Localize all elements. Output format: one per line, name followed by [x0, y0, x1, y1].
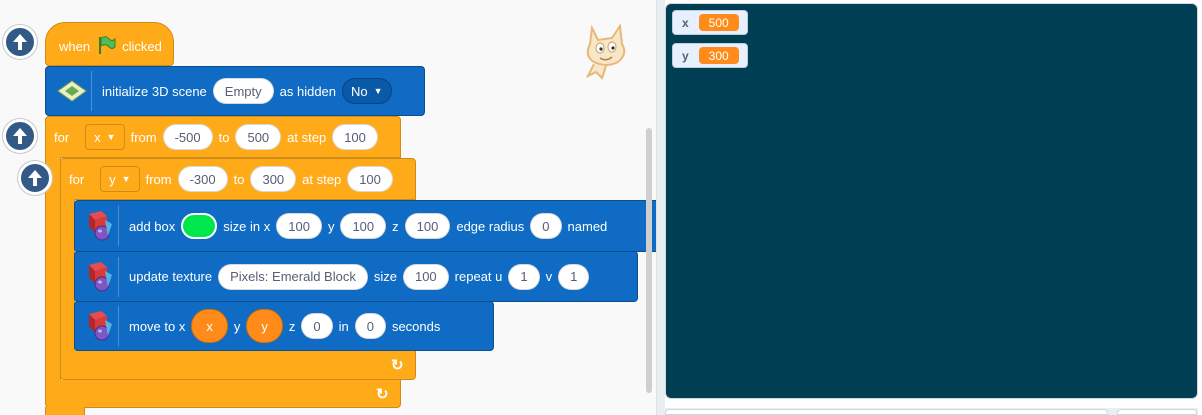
move-in-label: in [338, 318, 349, 334]
for-x-step-label: at step [287, 129, 327, 145]
named-label: named [567, 218, 608, 234]
for-x-from-label: from [130, 129, 157, 145]
3d-shapes-icon [79, 306, 119, 346]
when-flag-clicked-block[interactable]: when clicked [45, 22, 174, 66]
repeat-v-label: v [545, 269, 553, 284]
monitor-label-y: y [682, 48, 689, 63]
3d-shapes-icon [79, 256, 119, 297]
for-x-step-input[interactable]: 100 [332, 124, 378, 150]
y-variable-monitor: y 300 [672, 43, 748, 68]
for-y-step-label: at step [302, 171, 342, 187]
edge-radius-input[interactable]: 0 [530, 213, 562, 239]
for-x-loop-arm [45, 157, 61, 381]
for-y-to-input[interactable]: 300 [250, 166, 297, 192]
hidden-dropdown-value: No [351, 83, 368, 99]
for-x-variable-dropdown[interactable]: x ▼ [85, 124, 125, 150]
scene-name-input[interactable]: Empty [212, 78, 274, 104]
box-color-picker[interactable] [181, 213, 218, 239]
texture-size-input[interactable]: 100 [402, 263, 449, 290]
for-y-loop-block[interactable]: for y ▼ from -300 to 300 at step 100 [60, 158, 416, 200]
for-y-step-input[interactable]: 100 [347, 166, 393, 192]
for-y-loop-footer [60, 350, 416, 380]
init-scene-label: initialize 3D scene [102, 83, 207, 99]
sprite-pane-edge [665, 408, 1198, 415]
initialize-3d-scene-block[interactable]: initialize 3D scene Empty as hidden No ▼ [45, 66, 425, 116]
for-y-variable-dropdown[interactable]: y ▼ [100, 166, 140, 192]
green-flag-icon [96, 35, 116, 58]
texture-size-label: size [373, 269, 397, 284]
for-x-variable-value: x [94, 129, 101, 145]
loop-arrow-icon: ↻ [391, 357, 404, 374]
for-y-to-label: to [233, 171, 245, 187]
stage-canvas[interactable]: x 500 y 300 [665, 3, 1198, 399]
x-variable-reporter[interactable]: x [191, 309, 228, 343]
for-x-to-label: to [218, 129, 230, 145]
monitor-label-x: x [682, 15, 689, 30]
chevron-down-icon: ▼ [373, 86, 383, 96]
monitor-value-x: 500 [698, 14, 739, 31]
for-x-to-input[interactable]: 500 [235, 124, 282, 150]
seconds-label: seconds [391, 318, 441, 334]
script-tail-notch [45, 407, 85, 415]
hat-clicked-label: clicked [122, 38, 162, 54]
repeat-u-input[interactable]: 1 [508, 263, 540, 290]
move-to-block[interactable]: move to x x y y z 0 in 0 seconds [74, 301, 494, 351]
move-to-x-label: move to x [129, 318, 186, 334]
workspace-scrollbar[interactable] [646, 128, 652, 393]
box-z-label: z [392, 218, 399, 234]
for-x-loop-footer [45, 380, 401, 408]
box-size-x-input[interactable]: 100 [276, 213, 322, 239]
monitor-value-y: 300 [698, 47, 739, 64]
for-x-label: for [54, 129, 70, 145]
box-y-label: y [327, 218, 335, 234]
as-hidden-label: as hidden [279, 83, 337, 99]
box-size-z-input[interactable]: 100 [404, 213, 451, 239]
for-y-from-label: from [145, 171, 172, 187]
arrow-up-icon [13, 128, 27, 144]
texture-name-input[interactable]: Pixels: Emerald Block [218, 263, 368, 290]
update-texture-label: update texture [129, 269, 213, 284]
repeat-v-input[interactable]: 1 [558, 263, 590, 290]
for-y-loop-arm [60, 199, 75, 351]
move-y-label: y [233, 318, 241, 334]
3d-shapes-icon [79, 206, 119, 246]
panel-divider [657, 0, 665, 415]
edge-radius-label: edge radius [456, 218, 525, 234]
for-x-from-input[interactable]: -500 [162, 124, 213, 150]
sprite-info-pane [665, 409, 1108, 415]
add-box-label: add box [129, 218, 176, 234]
hidden-dropdown[interactable]: No ▼ [342, 78, 392, 104]
arrow-up-icon [13, 34, 27, 50]
for-y-label: for [69, 171, 85, 187]
add-box-block[interactable]: add box size in x 100 y 100 z 100 edge r… [74, 200, 656, 252]
size-in-x-label: size in x [223, 218, 271, 234]
stage-selector-pane [1117, 409, 1197, 415]
run-for-x-button[interactable] [3, 119, 37, 153]
move-z-label: z [288, 318, 296, 334]
move-z-input[interactable]: 0 [301, 313, 333, 339]
sprite-cat-icon [585, 23, 626, 80]
arrow-up-icon [28, 170, 42, 186]
chevron-down-icon: ▼ [121, 174, 131, 184]
3d-scene-icon [52, 71, 92, 111]
for-x-loop-block[interactable]: for x ▼ from -500 to 500 at step 100 [45, 116, 401, 158]
move-duration-input[interactable]: 0 [354, 313, 386, 339]
hat-when-label: when [59, 38, 91, 54]
for-y-variable-value: y [109, 171, 116, 187]
run-for-y-button[interactable] [18, 161, 52, 195]
repeat-u-label: repeat u [454, 269, 503, 284]
box-size-y-input[interactable]: 100 [340, 213, 387, 239]
y-variable-reporter[interactable]: y [246, 309, 283, 343]
x-variable-monitor: x 500 [672, 10, 748, 35]
for-y-from-input[interactable]: -300 [177, 166, 228, 192]
run-script-button[interactable] [3, 25, 37, 59]
loop-arrow-icon: ↻ [376, 386, 389, 403]
chevron-down-icon: ▼ [106, 132, 116, 142]
update-texture-block[interactable]: update texture Pixels: Emerald Block siz… [74, 251, 638, 302]
code-workspace[interactable]: when clicked initialize 3D scene Empty a… [0, 0, 657, 415]
